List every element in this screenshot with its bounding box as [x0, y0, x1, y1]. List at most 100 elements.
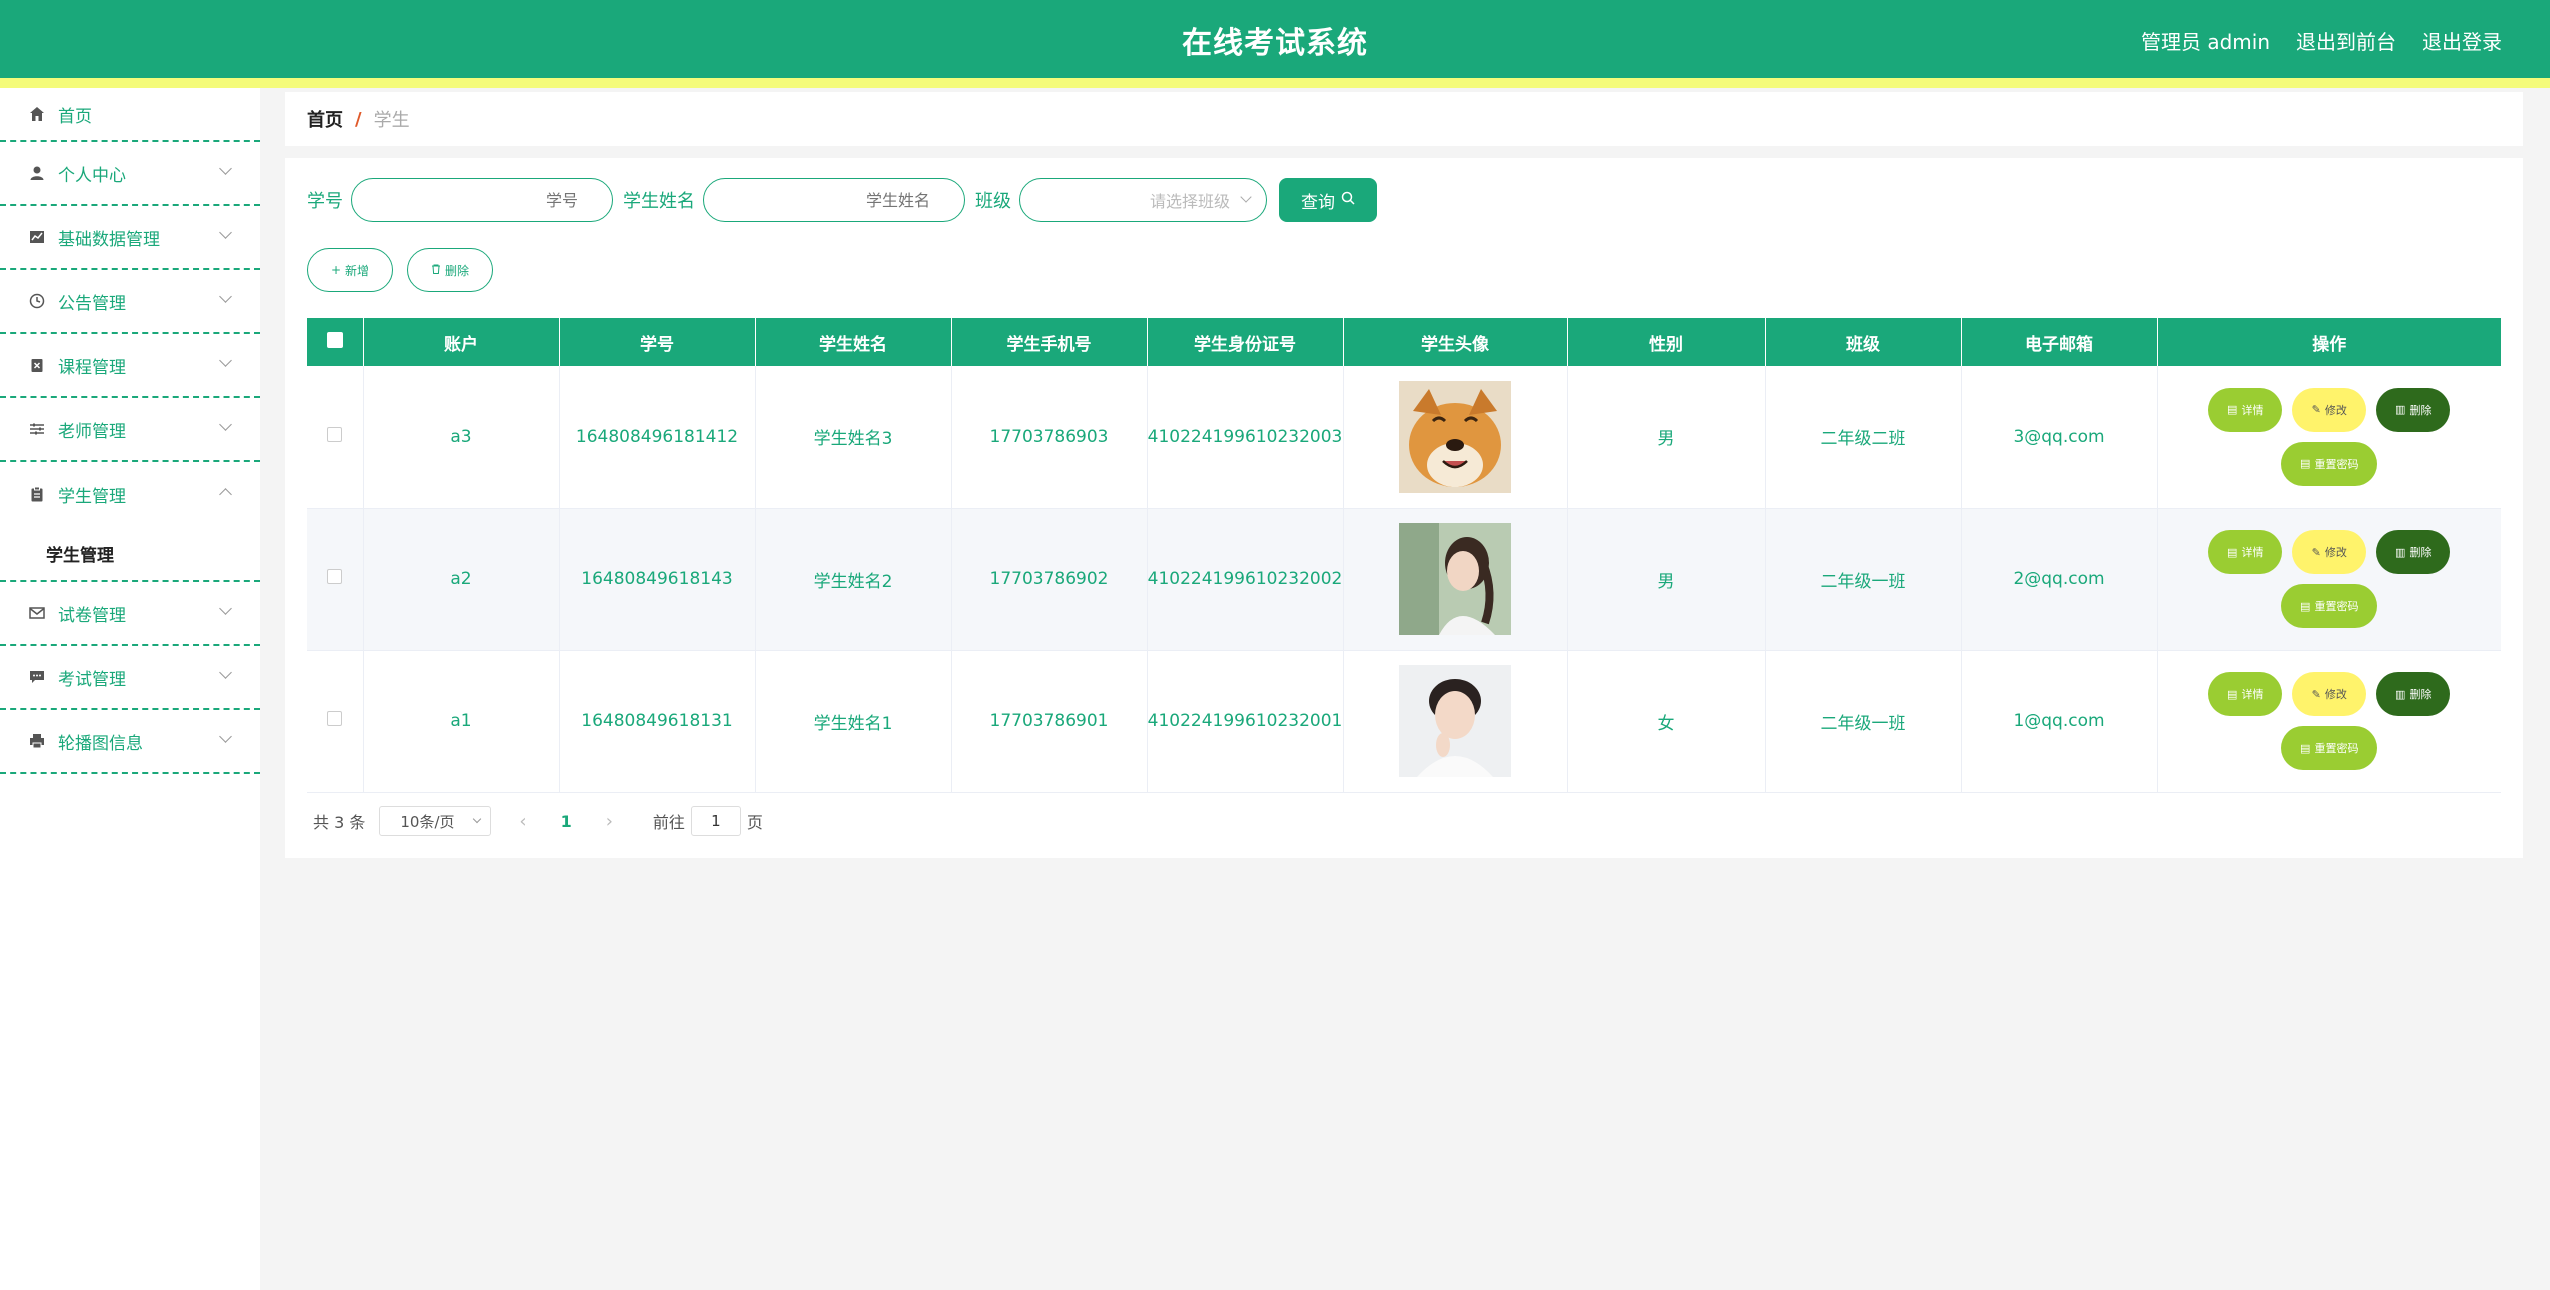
sidebar-item-student[interactable]: 学生管理: [0, 462, 260, 526]
detail-button[interactable]: ▤ 详情: [2208, 530, 2283, 574]
page-size-select[interactable]: 10条/页: [379, 806, 492, 836]
sidebar-item-home[interactable]: 首页: [0, 88, 260, 142]
delete-button[interactable]: ▥ 删除: [2376, 672, 2451, 716]
user-icon: [28, 164, 46, 182]
detail-button[interactable]: ▤ 详情: [2208, 672, 2283, 716]
edit-button[interactable]: ✎ 修改: [2292, 530, 2367, 574]
avatar-cell: [1343, 508, 1568, 651]
clipboard-icon: [28, 485, 46, 503]
sidebar-item-label: 轮播图信息: [58, 733, 143, 754]
action-bar: + 新增 删除: [307, 248, 493, 292]
edit-label: 修改: [2324, 688, 2347, 701]
goto-page-input[interactable]: [690, 806, 741, 836]
doc-icon: ▤: [2300, 457, 2311, 471]
delete-button[interactable]: ▥ 删除: [2376, 530, 2451, 574]
chat-icon: [28, 668, 46, 686]
reset-password-button[interactable]: ▤ 重置密码: [2281, 726, 2378, 770]
page-unit-label: 页: [746, 813, 763, 832]
edit-label: 修改: [2324, 403, 2347, 417]
row-checkbox[interactable]: [327, 569, 343, 584]
account-cell: a2: [363, 508, 560, 651]
detail-label: 详情: [2241, 546, 2264, 559]
reset-password-button[interactable]: ▤ 重置密码: [2281, 584, 2378, 628]
sidebar-item-label: 老师管理: [58, 421, 126, 442]
breadcrumb-home[interactable]: 首页: [307, 106, 343, 132]
batch-delete-button[interactable]: 删除: [407, 248, 493, 292]
chevron-down-icon: [219, 602, 232, 615]
edit-icon: ✎: [2311, 687, 2321, 701]
doc-icon: ▤: [2227, 545, 2238, 559]
avatar-cell: [1343, 366, 1568, 509]
class-select[interactable]: 请选择班级: [1019, 178, 1267, 222]
query-button[interactable]: 查询: [1279, 178, 1377, 222]
sidebar-item-exam[interactable]: 考试管理: [0, 646, 260, 710]
delete-button[interactable]: ▥ 删除: [2376, 387, 2451, 432]
chevron-up-icon: [219, 488, 232, 501]
prev-page-icon[interactable]: ‹: [519, 811, 526, 832]
back-to-front-link[interactable]: 退出到前台: [2296, 26, 2396, 55]
reset-password-button[interactable]: ▤ 重置密码: [2281, 441, 2378, 486]
sliders-icon: [28, 420, 46, 438]
query-button-label: 查询: [1301, 192, 1335, 213]
page-number[interactable]: 1: [561, 812, 572, 831]
email-cell: 1@qq.com: [1961, 650, 2158, 793]
student-id-label: 学号: [307, 191, 343, 212]
sidebar-item-label: 课程管理: [58, 357, 126, 378]
chevron-down-icon: [1240, 191, 1252, 203]
add-button[interactable]: + 新增: [307, 248, 393, 292]
edit-label: 修改: [2324, 546, 2347, 559]
sidebar-item-carousel[interactable]: 轮播图信息: [0, 710, 260, 774]
class-cell: 二年级一班: [1765, 508, 1962, 651]
student-name-cell: 学生姓名3: [755, 366, 952, 509]
student-id-cell: 16480849618143: [559, 508, 756, 651]
phone-cell: 17703786901: [951, 650, 1148, 793]
header-stripe: [0, 78, 2550, 88]
idcard-cell: 410224199610232001: [1147, 650, 1344, 793]
table-row: a3 164808496181412 学生姓名3 17703786903 410…: [307, 366, 2501, 509]
sidebar-item-notice[interactable]: 公告管理: [0, 270, 260, 334]
avatar: [1399, 665, 1511, 777]
account-cell: a3: [363, 366, 560, 509]
detail-button[interactable]: ▤ 详情: [2208, 387, 2283, 432]
chevron-down-icon: [219, 162, 232, 175]
sidebar-item-personal[interactable]: 个人中心: [0, 142, 260, 206]
column-header: 班级: [1765, 318, 1962, 366]
row-select-cell: [307, 366, 364, 509]
sidebar-subitem-student-manage[interactable]: 学生管理: [0, 526, 260, 582]
row-checkbox[interactable]: [327, 426, 343, 442]
column-header: 学生手机号: [951, 318, 1148, 366]
trash-icon: ▥: [2395, 403, 2406, 417]
operations-cell: ▤ 详情 ✎ 修改 ▥ 删除 ▤ 重置密码: [2157, 366, 2501, 509]
sidebar-item-course[interactable]: 课程管理: [0, 334, 260, 398]
reset-label: 重置密码: [2314, 600, 2359, 613]
chevron-down-icon: [219, 226, 232, 239]
select-all-checkbox[interactable]: [326, 331, 343, 348]
row-checkbox[interactable]: [327, 711, 343, 726]
class-cell: 二年级二班: [1765, 366, 1962, 509]
plus-icon: +: [330, 263, 342, 277]
sidebar-item-paper[interactable]: 试卷管理: [0, 582, 260, 646]
class-select-placeholder: 请选择班级: [1149, 192, 1230, 211]
delete-label: 删除: [2409, 546, 2432, 559]
student-id-cell: 16480849618131: [559, 650, 756, 793]
sidebar-item-label: 基础数据管理: [58, 229, 160, 250]
student-name-input[interactable]: [703, 178, 965, 222]
edit-icon: ✎: [2311, 403, 2321, 417]
column-header: 学生头像: [1343, 318, 1568, 366]
sidebar-item-label: 学生管理: [58, 486, 126, 507]
edit-button[interactable]: ✎ 修改: [2292, 387, 2367, 432]
sidebar-item-base-data[interactable]: 基础数据管理: [0, 206, 260, 270]
edit-button[interactable]: ✎ 修改: [2292, 672, 2367, 716]
operations-cell: ▤ 详情 ✎ 修改 ▥ 删除 ▤ 重置密码: [2157, 508, 2501, 651]
pagination: 共 3 条 10条/页 ‹ 1 › 前往 页: [313, 806, 763, 836]
breadcrumb: 首页 / 学生: [285, 92, 2523, 146]
next-page-icon[interactable]: ›: [606, 811, 613, 832]
gender-cell: 男: [1567, 366, 1766, 509]
table-row: a1 16480849618131 学生姓名1 17703786901 4102…: [307, 650, 2501, 793]
clock-icon: [28, 292, 46, 310]
logout-link[interactable]: 退出登录: [2422, 26, 2502, 55]
column-header: 学号: [559, 318, 756, 366]
student-id-input[interactable]: [351, 178, 613, 222]
admin-user-link[interactable]: 管理员 admin: [2141, 26, 2270, 55]
sidebar-item-teacher[interactable]: 老师管理: [0, 398, 260, 462]
